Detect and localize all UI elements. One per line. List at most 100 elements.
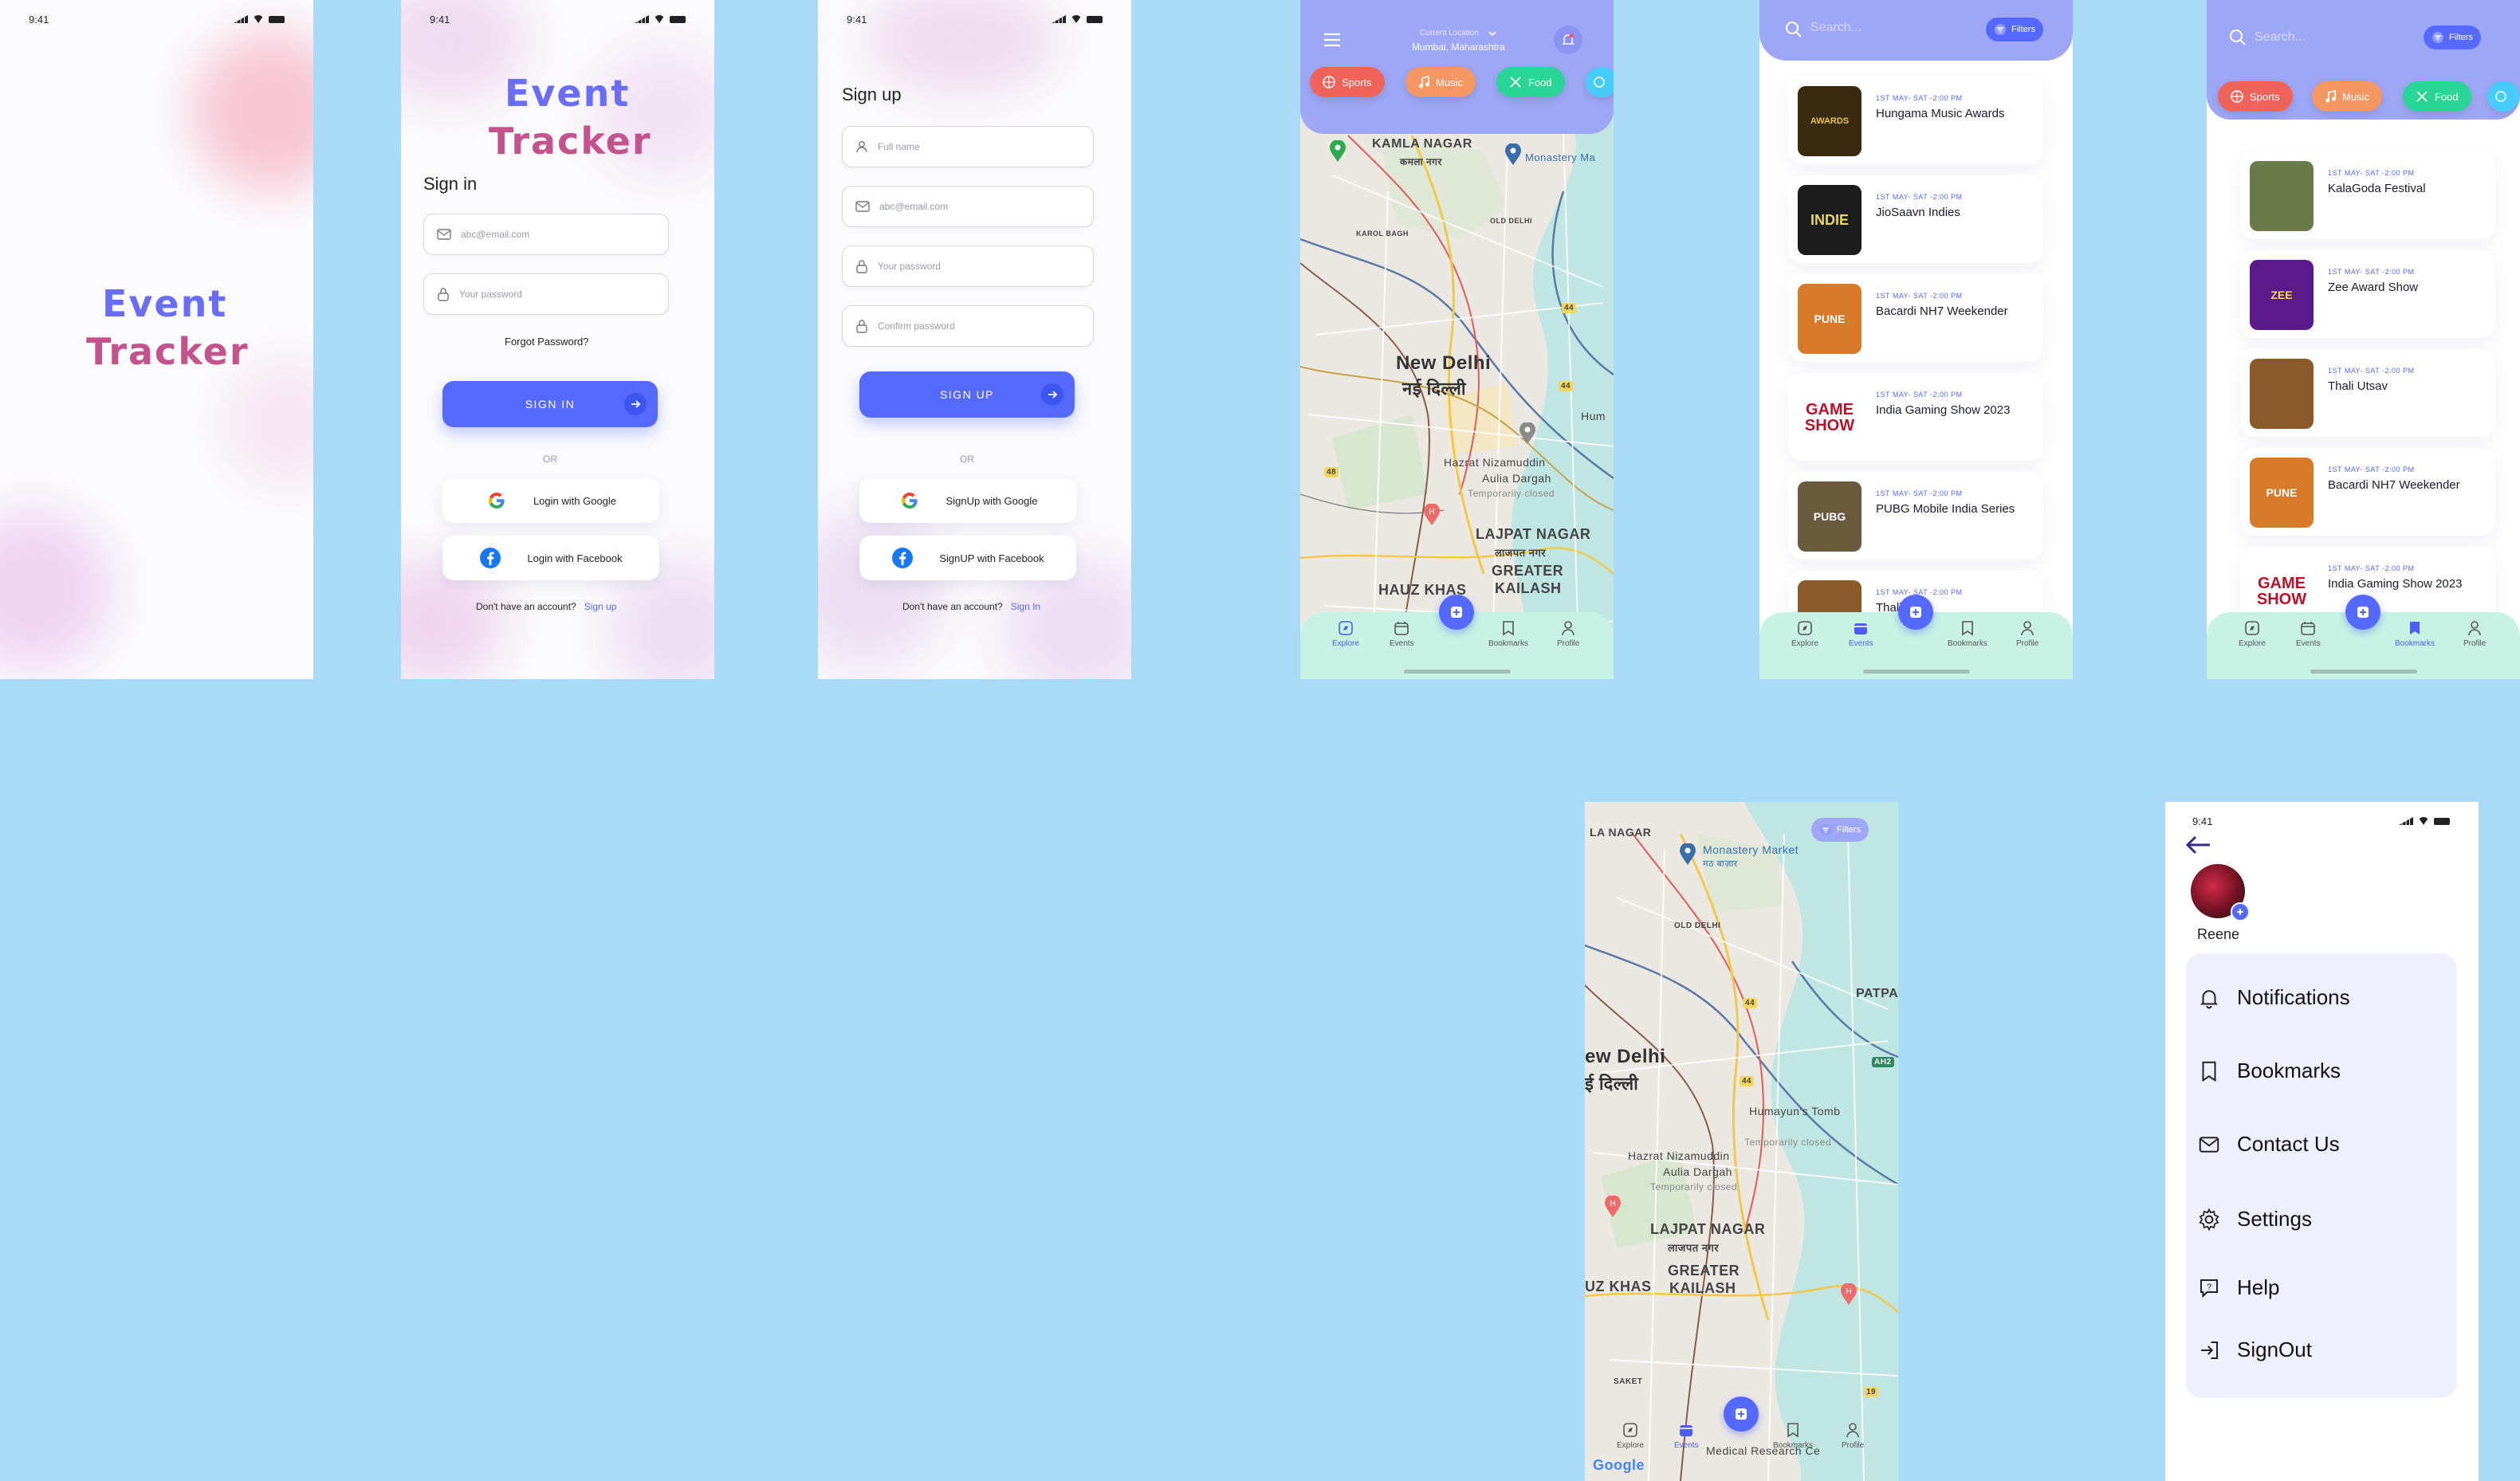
- menu-icon[interactable]: [1323, 32, 1342, 48]
- nav-profile[interactable]: Profile: [1557, 620, 1579, 648]
- google-login-label: Login with Google: [533, 494, 617, 507]
- event-card[interactable]: PUNE 1ST MAY- SAT -2:00 PM Bacardi NH7 W…: [1788, 274, 2043, 362]
- forgot-password-link[interactable]: Forgot Password?: [505, 336, 589, 348]
- category-chip-sports[interactable]: Sports: [1310, 67, 1385, 97]
- map-label-greater: GREATER: [1492, 563, 1564, 579]
- email-field[interactable]: abc@email.com: [842, 186, 1094, 227]
- signin-link[interactable]: Sign In: [1011, 601, 1040, 612]
- chevron-down-icon[interactable]: [1488, 31, 1496, 36]
- road-badge-19: 19: [1864, 1387, 1879, 1397]
- filters-button[interactable]: Filters: [1811, 818, 1869, 842]
- signal-icon: [234, 15, 248, 23]
- location-value[interactable]: Mumbai, Maharashtra: [1412, 41, 1505, 53]
- plus-square-icon: [2357, 607, 2369, 618]
- nav-explore[interactable]: Explore: [1617, 1422, 1644, 1450]
- status-bar: 9:41: [430, 11, 686, 27]
- add-event-fab[interactable]: [2345, 595, 2380, 630]
- event-card[interactable]: 1ST MAY- SAT -2:00 PM Thali Utsav: [2240, 349, 2495, 437]
- category-chip-sports[interactable]: Sports: [2218, 81, 2293, 112]
- facebook-login-button[interactable]: Login with Facebook: [442, 536, 659, 580]
- nav-events[interactable]: Events: [1674, 1422, 1699, 1450]
- map-pin-icon: [1505, 143, 1521, 165]
- road-badge-44b: 44: [1740, 1076, 1755, 1086]
- filters-button[interactable]: Filters: [1986, 18, 2043, 41]
- nav-bookmarks[interactable]: Bookmarks: [1488, 620, 1528, 648]
- google-signup-button[interactable]: SignUp with Google: [859, 478, 1076, 523]
- add-event-fab[interactable]: [1439, 595, 1474, 630]
- map-label-kailash: KAILASH: [1669, 1280, 1736, 1296]
- menu-bookmarks[interactable]: Bookmarks: [2197, 1059, 2341, 1083]
- event-card[interactable]: 1ST MAY- SAT -2:00 PM KalaGoda Festival: [2240, 151, 2495, 239]
- fork-knife-icon: [2416, 91, 2428, 102]
- category-label: Sports: [2250, 90, 2280, 103]
- event-card[interactable]: PUNE 1ST MAY- SAT -2:00 PM Bacardi NH7 W…: [2240, 448, 2495, 536]
- nav-events[interactable]: Events: [2296, 620, 2321, 648]
- signin-button[interactable]: SIGN IN: [442, 381, 658, 427]
- category-chip-more[interactable]: [2487, 81, 2519, 112]
- event-card[interactable]: ZEE 1ST MAY- SAT -2:00 PM Zee Award Show: [2240, 250, 2495, 338]
- menu-signout[interactable]: SignOut: [2197, 1338, 2312, 1362]
- map-label-kamla: KAMLA NAGAR: [1372, 137, 1472, 151]
- map-label-karol: KAROL BAGH: [1356, 230, 1409, 238]
- password-field[interactable]: Your password: [842, 246, 1094, 287]
- event-card[interactable]: AWARDS 1ST MAY- SAT -2:00 PM Hungama Mus…: [1788, 77, 2043, 164]
- nav-label: Events: [2296, 639, 2321, 648]
- signup-button[interactable]: SIGN UP: [859, 371, 1075, 418]
- map-label-hazrat: Hazrat Nizamuddin: [1628, 1149, 1730, 1162]
- google-login-button[interactable]: Login with Google: [442, 478, 659, 523]
- full-name-field[interactable]: Full name: [842, 126, 1094, 167]
- add-event-fab[interactable]: [1898, 595, 1933, 630]
- confirm-password-field[interactable]: Confirm password: [842, 305, 1094, 347]
- password-field[interactable]: Your password: [423, 273, 669, 315]
- search-input[interactable]: Search...: [2255, 30, 2306, 45]
- facebook-login-label: Login with Facebook: [527, 552, 623, 564]
- event-title: Hungama Music Awards: [1876, 107, 2005, 120]
- map-label-monastery: Monastery Market: [1703, 843, 1799, 856]
- nav-label: Bookmarks: [1948, 639, 1988, 648]
- event-card[interactable]: GAME SHOW 1ST MAY- SAT -2:00 PM India Ga…: [1788, 373, 2043, 461]
- event-card[interactable]: INDIE 1ST MAY- SAT -2:00 PM JioSaavn Ind…: [1788, 175, 2043, 263]
- notification-button[interactable]: [1554, 26, 1582, 54]
- category-chip-food[interactable]: Food: [2403, 81, 2471, 112]
- email-field[interactable]: abc@email.com: [423, 214, 669, 255]
- nav-bookmarks[interactable]: Bookmarks: [1948, 620, 1987, 648]
- event-thumbnail: PUNE: [2250, 458, 2314, 528]
- signup-heading: Sign up: [842, 84, 902, 104]
- nav-bookmarks[interactable]: Bookmarks: [1773, 1422, 1813, 1450]
- art-icon: [1594, 77, 1605, 88]
- event-card[interactable]: PUBG 1ST MAY- SAT -2:00 PM PUBG Mobile I…: [1788, 472, 2043, 560]
- nav-bookmarks[interactable]: Bookmarks: [2395, 620, 2435, 648]
- facebook-signup-button[interactable]: SignUP with Facebook: [859, 536, 1076, 580]
- compass-icon: [2245, 621, 2259, 635]
- filters-button[interactable]: Filters: [2424, 26, 2481, 49]
- signup-link[interactable]: Sign up: [584, 601, 617, 612]
- category-chip-music[interactable]: Music: [1405, 67, 1476, 97]
- map-label-kailash: KAILASH: [1495, 580, 1562, 596]
- plus-square-icon: [1736, 1408, 1747, 1420]
- nav-explore[interactable]: Explore: [1332, 620, 1359, 648]
- nav-explore[interactable]: Explore: [1791, 620, 1818, 648]
- map-label-new-delhi: New Delhi: [1396, 352, 1492, 374]
- nav-profile[interactable]: Profile: [1842, 1422, 1864, 1450]
- no-account-text: Don't have an account?: [902, 601, 1003, 612]
- search-input[interactable]: Search...: [1810, 21, 1861, 35]
- nav-profile[interactable]: Profile: [2016, 620, 2038, 648]
- category-chip-music[interactable]: Music: [2312, 81, 2382, 112]
- profile-menu: Notifications Bookmarks Contact Us Setti…: [2186, 953, 2457, 1398]
- nav-events[interactable]: Events: [1849, 620, 1873, 648]
- fork-knife-icon: [1510, 77, 1521, 88]
- category-chip-food[interactable]: Food: [1496, 67, 1565, 97]
- add-event-fab[interactable]: [1724, 1397, 1759, 1432]
- nav-profile[interactable]: Profile: [2463, 620, 2486, 648]
- menu-contact-us[interactable]: Contact Us: [2197, 1132, 2340, 1157]
- menu-help[interactable]: ? Help: [2197, 1275, 2279, 1300]
- menu-settings[interactable]: Settings: [2197, 1207, 2312, 1232]
- menu-notifications[interactable]: Notifications: [2197, 985, 2350, 1010]
- add-photo-badge[interactable]: [2231, 902, 2250, 921]
- map-label-aulia: Aulia Dargah: [1663, 1165, 1732, 1178]
- nav-events[interactable]: Events: [1390, 620, 1414, 648]
- category-chip-more[interactable]: [1586, 67, 1614, 97]
- nav-explore[interactable]: Explore: [2239, 620, 2266, 648]
- back-arrow-icon[interactable]: [2184, 835, 2211, 854]
- map-label-kamla-hi: कमला नगर: [1400, 156, 1442, 167]
